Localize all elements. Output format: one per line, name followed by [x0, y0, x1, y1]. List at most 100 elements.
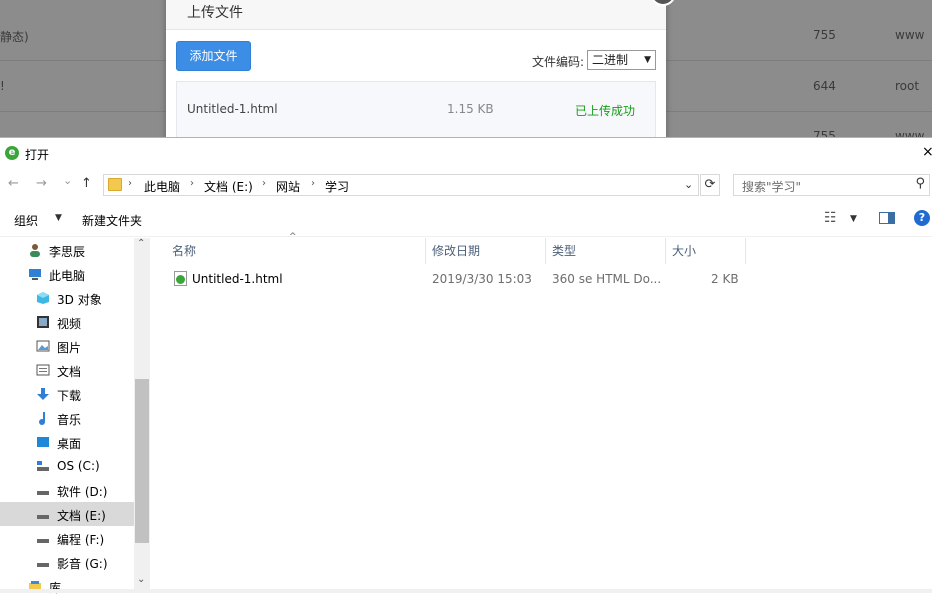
help-icon[interactable]: ?	[914, 210, 930, 226]
navigation-scrollbar[interactable]: ⌃ ⌄	[134, 238, 150, 593]
breadcrumb-separator-icon: ›	[190, 178, 194, 189]
add-file-button[interactable]: 添加文件	[176, 41, 251, 71]
sidebar-item-label: 桌面	[57, 437, 82, 451]
sidebar-item-label: 李思辰	[49, 245, 86, 259]
os-drive-icon	[37, 461, 49, 471]
background-row-name: 静态)	[0, 30, 29, 44]
scroll-down-icon[interactable]: ⌄	[137, 574, 145, 585]
sidebar-item-label: 此电脑	[49, 269, 86, 283]
sidebar-item-label: 编程 (F:)	[57, 533, 105, 547]
breadcrumb-item[interactable]: 此电脑	[144, 178, 180, 195]
sidebar-item-desktop[interactable]: 桌面	[0, 430, 134, 454]
drive-icon	[37, 515, 49, 519]
upload-dialog-title: 上传文件	[187, 5, 243, 21]
sidebar-item-music[interactable]: 音乐	[0, 406, 134, 430]
file-type: 360 se HTML Do...	[552, 272, 662, 286]
close-icon[interactable]: ×	[922, 144, 932, 160]
scrollbar-thumb[interactable]	[135, 379, 149, 543]
encoding-select-value: 二进制	[592, 53, 629, 67]
background-row-owner: www	[895, 28, 925, 42]
search-icon: ⚲	[915, 176, 925, 191]
upload-file-row: Untitled-1.html 1.15 KB 已上传成功	[176, 81, 656, 140]
sidebar-item-drive-e[interactable]: 文档 (E:)	[0, 502, 134, 526]
sidebar-item-downloads[interactable]: 下载	[0, 382, 134, 406]
preview-pane-icon[interactable]	[879, 212, 895, 224]
sidebar-item-videos[interactable]: 视频	[0, 310, 134, 334]
file-name[interactable]: Untitled-1.html	[192, 272, 283, 286]
up-arrow-icon[interactable]: ↑	[81, 176, 92, 191]
column-header-type[interactable]: 类型	[546, 238, 666, 264]
drive-icon	[37, 491, 49, 495]
dialog-title: 打开	[25, 148, 50, 162]
column-header-size[interactable]: 大小	[666, 238, 746, 264]
browser-app-icon: e	[5, 146, 19, 160]
sidebar-item-drive-f[interactable]: 编程 (F:)	[0, 526, 134, 550]
navigation-pane: 李思辰 此电脑 3D 对象 视频 图片 文档 下载 音乐 桌面 OS (C:) …	[0, 238, 150, 595]
breadcrumb-item[interactable]: 文档 (E:)	[204, 178, 253, 195]
encoding-select[interactable]: 二进制 ▼	[587, 50, 656, 70]
computer-icon	[29, 269, 41, 280]
sidebar-item-user[interactable]: 李思辰	[0, 238, 134, 262]
file-modified: 2019/3/30 15:03	[432, 272, 532, 286]
sidebar-item-label: 库	[49, 581, 62, 595]
upload-file-name: Untitled-1.html	[187, 102, 278, 116]
dropdown-arrow-icon[interactable]: ▼	[850, 214, 857, 224]
sidebar-item-drive-g[interactable]: 影音 (G:)	[0, 550, 134, 574]
music-icon	[39, 412, 45, 425]
cube-icon	[37, 292, 49, 304]
sidebar-item-drive-c[interactable]: OS (C:)	[0, 454, 134, 478]
sidebar-item-pictures[interactable]: 图片	[0, 334, 134, 358]
breadcrumb-item[interactable]: 网站	[276, 178, 300, 195]
drive-icon	[37, 539, 49, 543]
encoding-label: 文件编码:	[532, 55, 585, 69]
dropdown-arrow-icon[interactable]: ▼	[55, 213, 62, 223]
sidebar-item-label: OS (C:)	[57, 459, 100, 473]
sidebar-item-drive-d[interactable]: 软件 (D:)	[0, 478, 134, 502]
sidebar-item-label: 音乐	[57, 413, 82, 427]
refresh-icon[interactable]: ⟳	[700, 174, 720, 196]
html-file-icon	[174, 271, 187, 286]
forward-arrow-icon[interactable]: →	[36, 176, 47, 191]
sidebar-item-documents[interactable]: 文档	[0, 358, 134, 382]
dialog-bottom-edge	[0, 589, 932, 593]
breadcrumb-separator-icon: ›	[262, 178, 266, 189]
background-row-owner: root	[895, 79, 920, 93]
download-icon	[37, 388, 49, 400]
back-arrow-icon[interactable]: ←	[8, 176, 19, 191]
video-icon	[37, 316, 49, 328]
breadcrumb-item[interactable]: 学习	[325, 178, 349, 195]
address-bar[interactable]: › 此电脑 › 文档 (E:) › 网站 › 学习 ⌄	[103, 174, 699, 196]
sidebar-item-this-pc[interactable]: 此电脑	[0, 262, 134, 286]
sidebar-item-3d-objects[interactable]: 3D 对象	[0, 286, 134, 310]
sidebar-item-label: 下载	[57, 389, 82, 403]
file-list: ^ 名称 修改日期 类型 大小 Untitled-1.html 2019/3/3…	[152, 232, 932, 593]
sidebar-item-label: 文档 (E:)	[57, 509, 106, 523]
drive-icon	[37, 563, 49, 567]
sidebar-item-label: 文档	[57, 365, 82, 379]
sidebar-item-label: 3D 对象	[57, 293, 102, 307]
recent-locations-icon[interactable]: ⌄	[63, 174, 72, 187]
user-icon	[30, 244, 40, 257]
upload-file-status: 已上传成功	[575, 104, 636, 118]
command-toolbar: 组织 ▼ 新建文件夹 ☷ ▼ ?	[0, 205, 932, 237]
background-row-name: !	[0, 79, 5, 93]
upload-dialog: 上传文件 添加文件 文件编码: 二进制 ▼ Untitled-1.html 1.…	[166, 0, 676, 140]
organize-button[interactable]: 组织	[14, 212, 38, 229]
sidebar-item-libraries[interactable]: 库	[0, 574, 134, 598]
address-dropdown-icon[interactable]: ⌄	[684, 178, 693, 191]
column-header-modified[interactable]: 修改日期	[426, 238, 546, 264]
dropdown-arrow-icon: ▼	[644, 55, 651, 65]
document-icon	[36, 364, 50, 376]
scroll-up-icon[interactable]: ⌃	[137, 238, 145, 249]
folder-icon	[108, 178, 122, 191]
search-input[interactable]: 搜索"学习" ⚲	[733, 174, 930, 196]
dialog-titlebar: e 打开 ×	[0, 138, 932, 168]
file-size: 2 KB	[711, 272, 739, 286]
new-folder-button[interactable]: 新建文件夹	[82, 212, 142, 229]
sidebar-item-label: 图片	[57, 341, 82, 355]
column-header-name[interactable]: 名称	[166, 238, 426, 264]
upload-dialog-header: 上传文件	[166, 0, 666, 30]
view-options-icon[interactable]: ☷	[824, 210, 837, 226]
background-file-manager: 静态) 755 www ! 644 root 755 www 上传文件 添加文件…	[0, 0, 932, 140]
navigation-bar: ← → ⌄ ↑ › 此电脑 › 文档 (E:) › 网站 › 学习 ⌄ ⟳ 搜索…	[0, 171, 932, 199]
